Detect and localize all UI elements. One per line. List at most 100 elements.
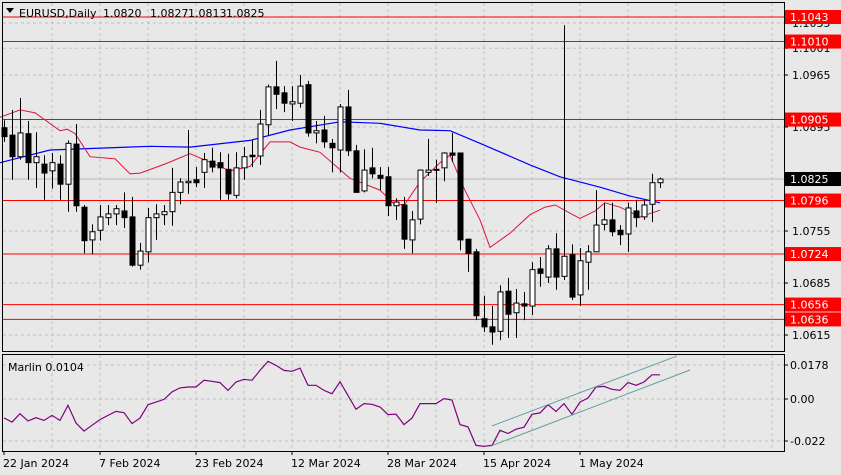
candle (409, 210, 416, 254)
candle (297, 74, 304, 108)
level-price-label: 1.0905 (790, 114, 829, 127)
candle (201, 152, 208, 188)
candle-body (25, 133, 32, 164)
candle-body (505, 290, 512, 315)
candle (57, 155, 64, 200)
candle (217, 152, 224, 200)
candle (625, 202, 632, 252)
chart-header: EURUSD,Daily 1.0820 1.0827 1.0813 1.0825 (6, 7, 265, 20)
candle (457, 152, 464, 251)
candle (577, 248, 584, 307)
dropdown-triangle-icon[interactable] (6, 8, 14, 13)
candle-body (369, 167, 376, 175)
candle-body (17, 132, 24, 158)
candle (25, 121, 32, 180)
grid (3, 3, 784, 451)
main-panel-border (2, 2, 785, 352)
candle-body (161, 211, 168, 216)
candle-body (473, 251, 480, 317)
indicator-tick-label: 0.00 (790, 393, 815, 406)
candle-body (145, 217, 152, 253)
candle (561, 25, 568, 281)
candle (505, 277, 512, 339)
candle-body (113, 208, 120, 215)
marlin-line (3, 360, 660, 447)
candle (329, 138, 336, 173)
candle-body (361, 169, 368, 192)
price-tick-label: 1.0615 (792, 329, 831, 342)
candle-body (305, 84, 312, 134)
candle (337, 103, 344, 173)
candle (473, 248, 480, 321)
candle (169, 167, 176, 226)
candle (641, 199, 648, 220)
candle (433, 159, 440, 203)
candle-body (561, 255, 568, 277)
candle (73, 124, 80, 212)
candle-body (337, 106, 344, 151)
candle (401, 196, 408, 249)
level-price-label: 1.0656 (790, 299, 829, 312)
candle-body (81, 206, 88, 242)
candle (545, 245, 552, 284)
date-label: 22 Jan 2024 (3, 457, 69, 470)
candle (657, 177, 664, 188)
candle-body (497, 291, 504, 332)
candle (633, 199, 640, 228)
candle-body (169, 191, 176, 213)
price-tick-label: 1.0685 (792, 277, 831, 290)
candle-body (177, 181, 184, 193)
candle-body (65, 142, 72, 185)
candle (369, 147, 376, 179)
candle (241, 147, 248, 180)
candle (465, 238, 472, 272)
candle (137, 242, 144, 270)
candle-body (273, 86, 280, 95)
candle-body (545, 248, 552, 278)
candle (193, 167, 200, 188)
candle-body (409, 219, 416, 241)
candle (393, 198, 400, 220)
candle-body (313, 130, 320, 134)
candle-body (289, 101, 296, 105)
indicator-tick-label: 0.0178 (790, 359, 829, 372)
candle-body (489, 326, 496, 333)
marlin-indicator (3, 355, 691, 447)
candle (97, 205, 104, 241)
candle (113, 205, 120, 226)
price-chart[interactable]: 1.10351.10011.09651.08951.08251.07551.06… (0, 0, 841, 475)
candle (273, 60, 280, 110)
close-price: 1.0825 (226, 7, 265, 20)
candle (417, 169, 424, 225)
candle (81, 205, 88, 254)
candle-body (529, 269, 536, 307)
candle (553, 233, 560, 290)
candle-body (585, 251, 592, 263)
candle (617, 225, 624, 246)
candle (345, 89, 352, 156)
candle-body (201, 159, 208, 173)
candle (529, 262, 536, 315)
candle-body (41, 163, 48, 174)
candle (481, 295, 488, 333)
candle (249, 140, 256, 168)
candle-body (89, 231, 96, 241)
candle (425, 138, 432, 177)
candle-body (57, 163, 64, 185)
high-price: 1.0827 (150, 7, 189, 20)
candle (89, 224, 96, 255)
candle (129, 196, 136, 267)
candle (513, 288, 520, 339)
candle-body (601, 219, 608, 225)
current-price-label: 1.0825 (790, 173, 829, 186)
candle (593, 190, 600, 253)
candle-body (217, 162, 224, 169)
horizontal-levels (3, 16, 784, 320)
open-price: 1.0820 (103, 7, 142, 20)
candle-body (137, 250, 144, 266)
candle (281, 86, 288, 113)
candle (33, 132, 40, 188)
candle (385, 167, 392, 217)
date-axis: 22 Jan 2024 7 Feb 2024 23 Feb 2024 12 Mar 2… (3, 451, 644, 470)
candle-body (649, 182, 656, 205)
